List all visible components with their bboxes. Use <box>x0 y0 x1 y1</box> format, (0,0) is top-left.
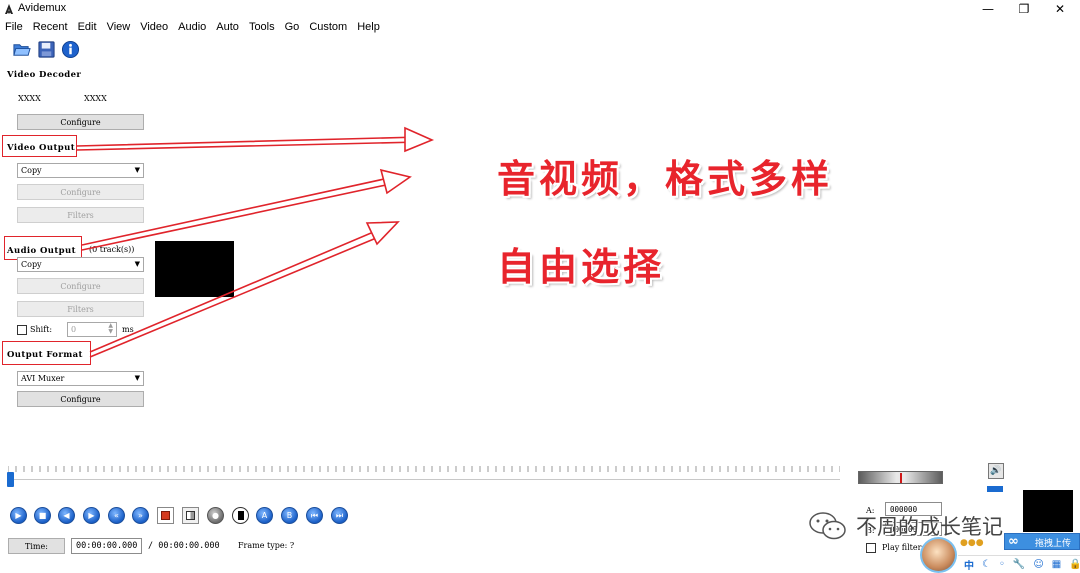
overlay-headline-line2: 自由选择 <box>497 245 666 289</box>
punctuation-icon[interactable]: ◦ <box>999 559 1005 570</box>
total-time: / 00:00:00.000 <box>148 541 220 551</box>
jog-indicator <box>900 473 902 483</box>
previous-frame-button[interactable]: ◀ <box>58 507 75 524</box>
watermark-text: 不周的成长笔记 <box>856 515 1003 539</box>
upload-widget[interactable]: ∞ 拖拽上传 <box>1004 533 1080 550</box>
black-frame-icon <box>237 511 244 520</box>
grid-icon[interactable]: ▦ <box>1052 559 1061 570</box>
volume-icon[interactable]: 🔊 <box>988 463 1004 479</box>
next-black-frame-button[interactable] <box>232 507 249 524</box>
goto-first-frame-button[interactable]: ⏮ <box>306 507 323 524</box>
play-filtered-checkbox[interactable] <box>866 543 876 553</box>
rating-icons: ●●● <box>960 538 984 548</box>
next-frame-button[interactable]: ▶ <box>83 507 100 524</box>
wechat-icon <box>809 512 846 540</box>
current-time-field[interactable]: 00:00:00.000 <box>71 538 142 554</box>
arrow-video-output <box>76 126 435 153</box>
play-button[interactable]: ▶ <box>10 507 27 524</box>
overlay-headline-line1: 音视频，格式多样 <box>497 157 834 201</box>
timeline-slider-handle[interactable] <box>7 472 14 487</box>
timeline-ticks <box>8 466 840 472</box>
marker-b-icon <box>186 511 195 520</box>
set-marker-a-button[interactable] <box>157 507 174 524</box>
goto-marker-a-button[interactable]: A <box>256 507 273 524</box>
jog-shuttle[interactable] <box>858 471 943 484</box>
ime-language[interactable]: 中 <box>964 557 974 572</box>
timeline-track[interactable] <box>8 479 840 485</box>
previous-keyframe-button[interactable]: « <box>108 507 125 524</box>
upload-label: 拖拽上传 <box>1035 539 1072 549</box>
time-label-button[interactable]: Time: <box>8 538 65 554</box>
stop-button[interactable]: ■ <box>34 507 51 524</box>
mini-preview <box>1023 490 1073 532</box>
moon-icon[interactable]: ☾ <box>982 559 991 570</box>
arrow-output-format <box>89 221 400 358</box>
upload-logo-icon: ∞ <box>1008 534 1019 549</box>
lock-icon[interactable]: 🔒 <box>1069 559 1080 570</box>
goto-marker-b-button[interactable]: B <box>281 507 298 524</box>
goto-last-frame-button[interactable]: ⏭ <box>331 507 348 524</box>
frame-type: Frame type: ? <box>238 541 295 550</box>
wrench-icon[interactable]: 🔧 <box>1013 559 1025 570</box>
marker-a-icon <box>161 511 170 520</box>
previous-black-frame-button[interactable]: ● <box>207 507 224 524</box>
next-keyframe-button[interactable]: » <box>132 507 149 524</box>
volume-level[interactable] <box>987 486 1003 492</box>
set-marker-b-button[interactable] <box>182 507 199 524</box>
user-avatar[interactable] <box>920 537 957 573</box>
ime-toolbar[interactable]: 中 ☾ ◦ 🔧 ☺ ▦ 🔒 <box>958 555 1080 573</box>
smile-icon[interactable]: ☺ <box>1033 559 1043 570</box>
